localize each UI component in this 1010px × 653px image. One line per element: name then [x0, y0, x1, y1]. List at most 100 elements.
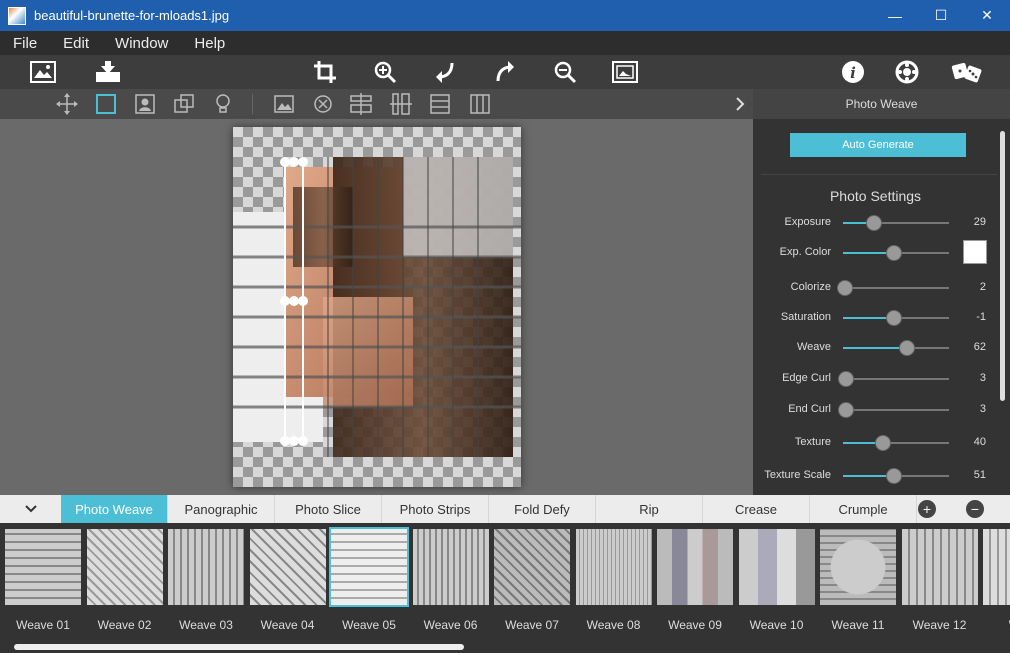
slider-value: 29	[973, 216, 986, 228]
panel-divider	[761, 174, 997, 175]
preset-thumbnail[interactable]	[494, 529, 570, 605]
slider-exposure[interactable]: Exposure 29	[753, 213, 998, 233]
tab-photo-strips[interactable]: Photo Strips	[382, 495, 489, 523]
slider-track[interactable]	[838, 402, 949, 418]
preset-thumbnail[interactable]	[412, 529, 489, 605]
remove-icon[interactable]	[311, 92, 335, 116]
preset-thumbnail[interactable]	[983, 529, 1010, 605]
preset-label: Weave 02	[97, 618, 152, 632]
slider-track[interactable]	[843, 340, 949, 356]
undo-icon[interactable]	[431, 58, 459, 86]
slider-track[interactable]	[837, 280, 949, 296]
preset-thumbnail[interactable]	[901, 529, 978, 605]
slider-label: Exposure	[784, 216, 831, 228]
remove-preset-icon[interactable]: −	[966, 500, 984, 518]
chevron-right-icon[interactable]	[728, 92, 752, 116]
open-image-icon[interactable]	[29, 58, 57, 86]
woven-photo[interactable]	[233, 127, 521, 487]
maximize-button[interactable]: ☐	[918, 0, 964, 31]
move-icon[interactable]	[55, 92, 79, 116]
preset-label: Weave 01	[16, 618, 70, 632]
slider-knob[interactable]	[837, 280, 854, 296]
canvas-area[interactable]	[0, 119, 753, 495]
slider-knob[interactable]	[898, 340, 915, 356]
info-icon[interactable]: i	[839, 58, 867, 86]
slider-knob[interactable]	[885, 468, 902, 484]
slider-colorize[interactable]: Colorize 2	[753, 278, 998, 298]
menu-window[interactable]: Window	[102, 35, 181, 52]
slider-knob[interactable]	[865, 215, 882, 231]
slider-texture[interactable]: Texture 40	[753, 433, 998, 453]
slider-knob[interactable]	[838, 402, 855, 418]
preset-thumbnail[interactable]	[249, 529, 326, 605]
horizontal-scrollbar[interactable]	[14, 644, 464, 650]
transform-icon[interactable]	[172, 92, 196, 116]
panel-scrollbar[interactable]	[1000, 131, 1005, 401]
title-bar: beautiful-brunette-for-mloads1.jpg — ☐ ✕	[0, 0, 1010, 31]
slider-track[interactable]	[838, 371, 949, 387]
menu-help[interactable]: Help	[181, 35, 238, 52]
auto-generate-button[interactable]: Auto Generate	[790, 133, 966, 157]
slider-exp-color[interactable]: Exp. Color	[753, 243, 998, 263]
settings-panel: Photo Weave Auto Generate Photo Settings…	[753, 89, 1010, 495]
tab-crease[interactable]: Crease	[703, 495, 810, 523]
zoom-in-icon[interactable]	[371, 58, 399, 86]
slider-knob[interactable]	[838, 371, 855, 387]
vertical-strips-icon[interactable]	[389, 92, 413, 116]
slider-value: 3	[979, 403, 986, 415]
tab-fold-defy[interactable]: Fold Defy	[489, 495, 596, 523]
slider-track[interactable]	[843, 215, 949, 231]
preset-thumbnail[interactable]	[738, 529, 815, 605]
horizontal-strips-icon[interactable]	[349, 92, 373, 116]
tab-panographic[interactable]: Panographic	[168, 495, 275, 523]
tool-toolbar	[0, 89, 753, 119]
randomize-dice-icon[interactable]	[950, 58, 984, 86]
settings-icon[interactable]	[893, 58, 921, 86]
slider-knob[interactable]	[885, 245, 902, 261]
horizontal-weave-icon[interactable]	[428, 92, 452, 116]
collapse-toggle[interactable]	[0, 495, 61, 523]
subject-select-icon[interactable]	[133, 92, 157, 116]
vertical-weave-icon[interactable]	[468, 92, 492, 116]
save-icon[interactable]	[94, 58, 122, 86]
slider-end-curl[interactable]: End Curl 3	[753, 400, 998, 420]
preset-thumbnail[interactable]	[329, 527, 409, 607]
preset-thumbnail[interactable]	[5, 529, 81, 605]
tab-crumple[interactable]: Crumple	[810, 495, 917, 523]
menu-file[interactable]: File	[0, 35, 50, 52]
minimize-button[interactable]: —	[872, 0, 918, 31]
slider-saturation[interactable]: Saturation -1	[753, 308, 998, 328]
tab-photo-slice[interactable]: Photo Slice	[275, 495, 382, 523]
preset-thumbnail[interactable]	[657, 529, 733, 605]
slider-knob[interactable]	[885, 310, 902, 326]
preset-thumbnail[interactable]	[575, 529, 652, 605]
slider-edge-curl[interactable]: Edge Curl 3	[753, 369, 998, 389]
tab-photo-weave[interactable]: Photo Weave	[61, 495, 168, 523]
close-button[interactable]: ✕	[964, 0, 1010, 31]
lightbulb-icon[interactable]	[211, 92, 235, 116]
slider-knob[interactable]	[875, 435, 892, 451]
crop-icon[interactable]	[311, 58, 339, 86]
preset-thumbnail[interactable]	[168, 529, 244, 605]
tab-rip[interactable]: Rip	[596, 495, 703, 523]
slider-weave[interactable]: Weave 62	[753, 338, 998, 358]
zoom-out-icon[interactable]	[551, 58, 579, 86]
preset-thumbnail[interactable]	[820, 529, 896, 605]
slider-track[interactable]	[843, 468, 949, 484]
select-icon[interactable]	[94, 92, 118, 116]
slider-track[interactable]	[843, 245, 949, 261]
redo-icon[interactable]	[491, 58, 519, 86]
preset-label: Weave 05	[342, 618, 396, 632]
preset-thumbnail[interactable]	[86, 529, 163, 605]
slider-track[interactable]	[843, 310, 949, 326]
slider-label: Saturation	[780, 311, 831, 323]
exposure-color-swatch[interactable]	[963, 240, 987, 264]
preset-label: Weave 12	[912, 618, 967, 632]
fit-screen-icon[interactable]	[611, 58, 639, 86]
image-layer-icon[interactable]	[272, 92, 296, 116]
add-icon[interactable]: +	[918, 500, 936, 518]
menu-bar: File Edit Window Help	[0, 31, 1010, 55]
menu-edit[interactable]: Edit	[50, 35, 102, 52]
slider-texture-scale[interactable]: Texture Scale 51	[753, 466, 998, 486]
slider-track[interactable]	[843, 435, 949, 451]
